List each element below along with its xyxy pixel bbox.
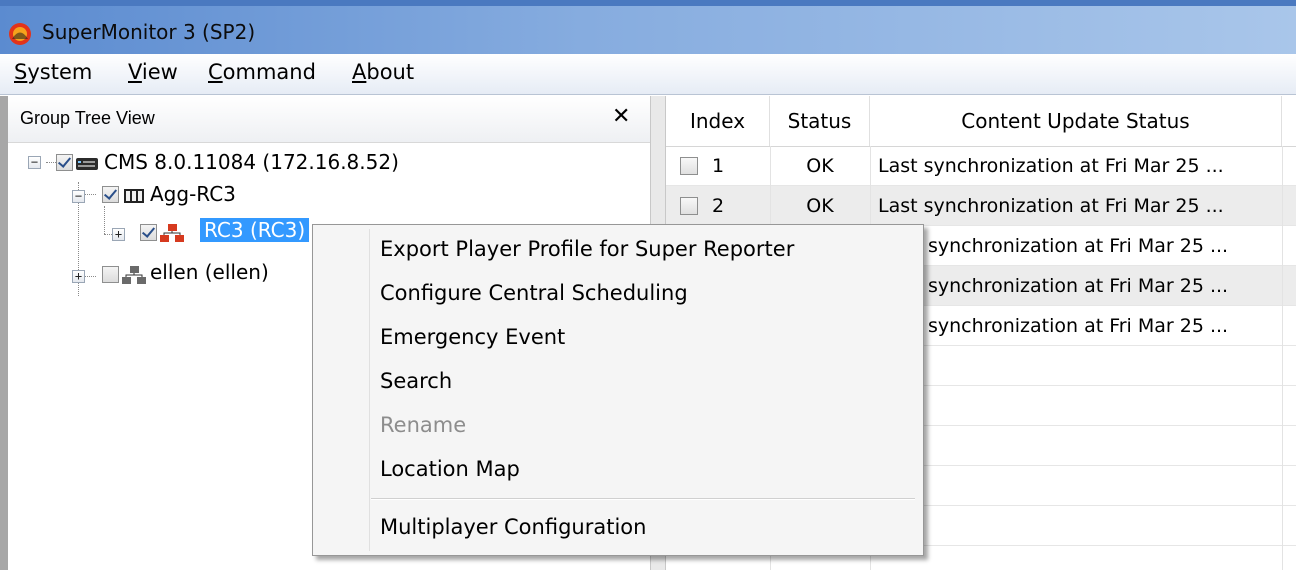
server-icon — [76, 158, 98, 170]
row-status: OK — [806, 155, 834, 177]
table-row[interactable]: 1 OK Last synchronization at Fri Mar 25 … — [666, 146, 1296, 186]
menu-command-label: ommand — [222, 60, 316, 84]
grid-header: Index Status Content Update Status — [666, 96, 1296, 147]
tree-connector — [104, 206, 105, 234]
close-panel-icon[interactable]: ✕ — [612, 104, 630, 129]
menu-about-label: bout — [366, 60, 415, 84]
row-content-status: synchronization at Fri Mar 25 ... — [928, 275, 1229, 297]
menu-bar: System View Command About — [0, 54, 1296, 95]
column-header-status[interactable]: Status — [770, 96, 870, 146]
tree-expand-toggle[interactable]: + — [112, 228, 125, 241]
group-tree-header: Group Tree View ✕ — [8, 96, 650, 143]
row-content-status: synchronization at Fri Mar 25 ... — [928, 235, 1229, 257]
menu-item-location-map[interactable]: Location Map — [380, 457, 520, 481]
menu-separator — [371, 498, 915, 500]
menu-item-search[interactable]: Search — [380, 369, 452, 393]
context-menu: Export Player Profile for Super Reporter… — [312, 224, 924, 556]
menu-item-emergency-event[interactable]: Emergency Event — [380, 325, 565, 349]
column-header-content-update-status[interactable]: Content Update Status — [870, 96, 1282, 146]
row-checkbox[interactable] — [680, 157, 698, 175]
menu-item-rename: Rename — [380, 413, 467, 437]
menu-view-label: iew — [141, 60, 178, 84]
menu-icon-gutter — [369, 229, 370, 551]
menu-view[interactable]: View — [128, 60, 178, 84]
menu-item-export-player-profile[interactable]: Export Player Profile for Super Reporter — [380, 237, 794, 261]
tree-item-agg-rc3[interactable]: Agg-RC3 — [150, 182, 236, 206]
tree-connector — [46, 162, 56, 163]
menu-command[interactable]: Command — [208, 60, 316, 84]
row-index: 2 — [712, 195, 725, 217]
menu-system-label: ystem — [27, 60, 93, 84]
tree-item-cms[interactable]: CMS 8.0.11084 (172.16.8.52) — [104, 150, 399, 174]
row-content-status: Last synchronization at Fri Mar 25 ... — [878, 155, 1224, 177]
tree-item-rc3[interactable]: RC3 (RC3) — [200, 218, 310, 242]
menu-command-accel: C — [208, 60, 223, 84]
title-bar[interactable]: SuperMonitor 3 (SP2) — [0, 0, 1296, 54]
row-content-status: synchronization at Fri Mar 25 ... — [928, 315, 1229, 337]
menu-about-accel: A — [352, 60, 367, 84]
tree-checkbox-cms[interactable] — [56, 154, 73, 171]
menu-view-accel: V — [128, 60, 142, 84]
menu-system[interactable]: System — [14, 60, 92, 84]
menu-about[interactable]: About — [352, 60, 414, 84]
aggregator-icon — [124, 189, 144, 203]
table-row[interactable]: 2 OK Last synchronization at Fri Mar 25 … — [666, 186, 1296, 226]
tree-collapse-toggle[interactable]: − — [28, 156, 41, 169]
network-group-icon — [122, 266, 146, 284]
row-checkbox[interactable] — [680, 197, 698, 215]
tree-expand-toggle[interactable]: + — [72, 270, 85, 283]
row-content-status: Last synchronization at Fri Mar 25 ... — [878, 195, 1224, 217]
tree-checkbox-ellen[interactable] — [102, 266, 119, 283]
column-separator — [1282, 146, 1283, 570]
menu-item-configure-central-scheduling[interactable]: Configure Central Scheduling — [380, 281, 688, 305]
tree-collapse-toggle[interactable]: − — [72, 190, 85, 203]
column-header-index[interactable]: Index — [666, 96, 770, 146]
tree-checkbox-agg-rc3[interactable] — [102, 186, 119, 203]
app-logo-icon — [9, 23, 31, 45]
window-title: SuperMonitor 3 (SP2) — [42, 20, 256, 44]
tree-checkbox-rc3[interactable] — [140, 224, 157, 241]
menu-system-accel: S — [14, 60, 28, 84]
tree-item-ellen[interactable]: ellen (ellen) — [150, 260, 269, 284]
menu-item-multiplayer-configuration[interactable]: Multiplayer Configuration — [380, 515, 646, 539]
row-status: OK — [806, 195, 834, 217]
panel-title: Group Tree View — [20, 108, 155, 128]
network-group-icon — [160, 224, 184, 242]
row-index: 1 — [712, 155, 725, 177]
